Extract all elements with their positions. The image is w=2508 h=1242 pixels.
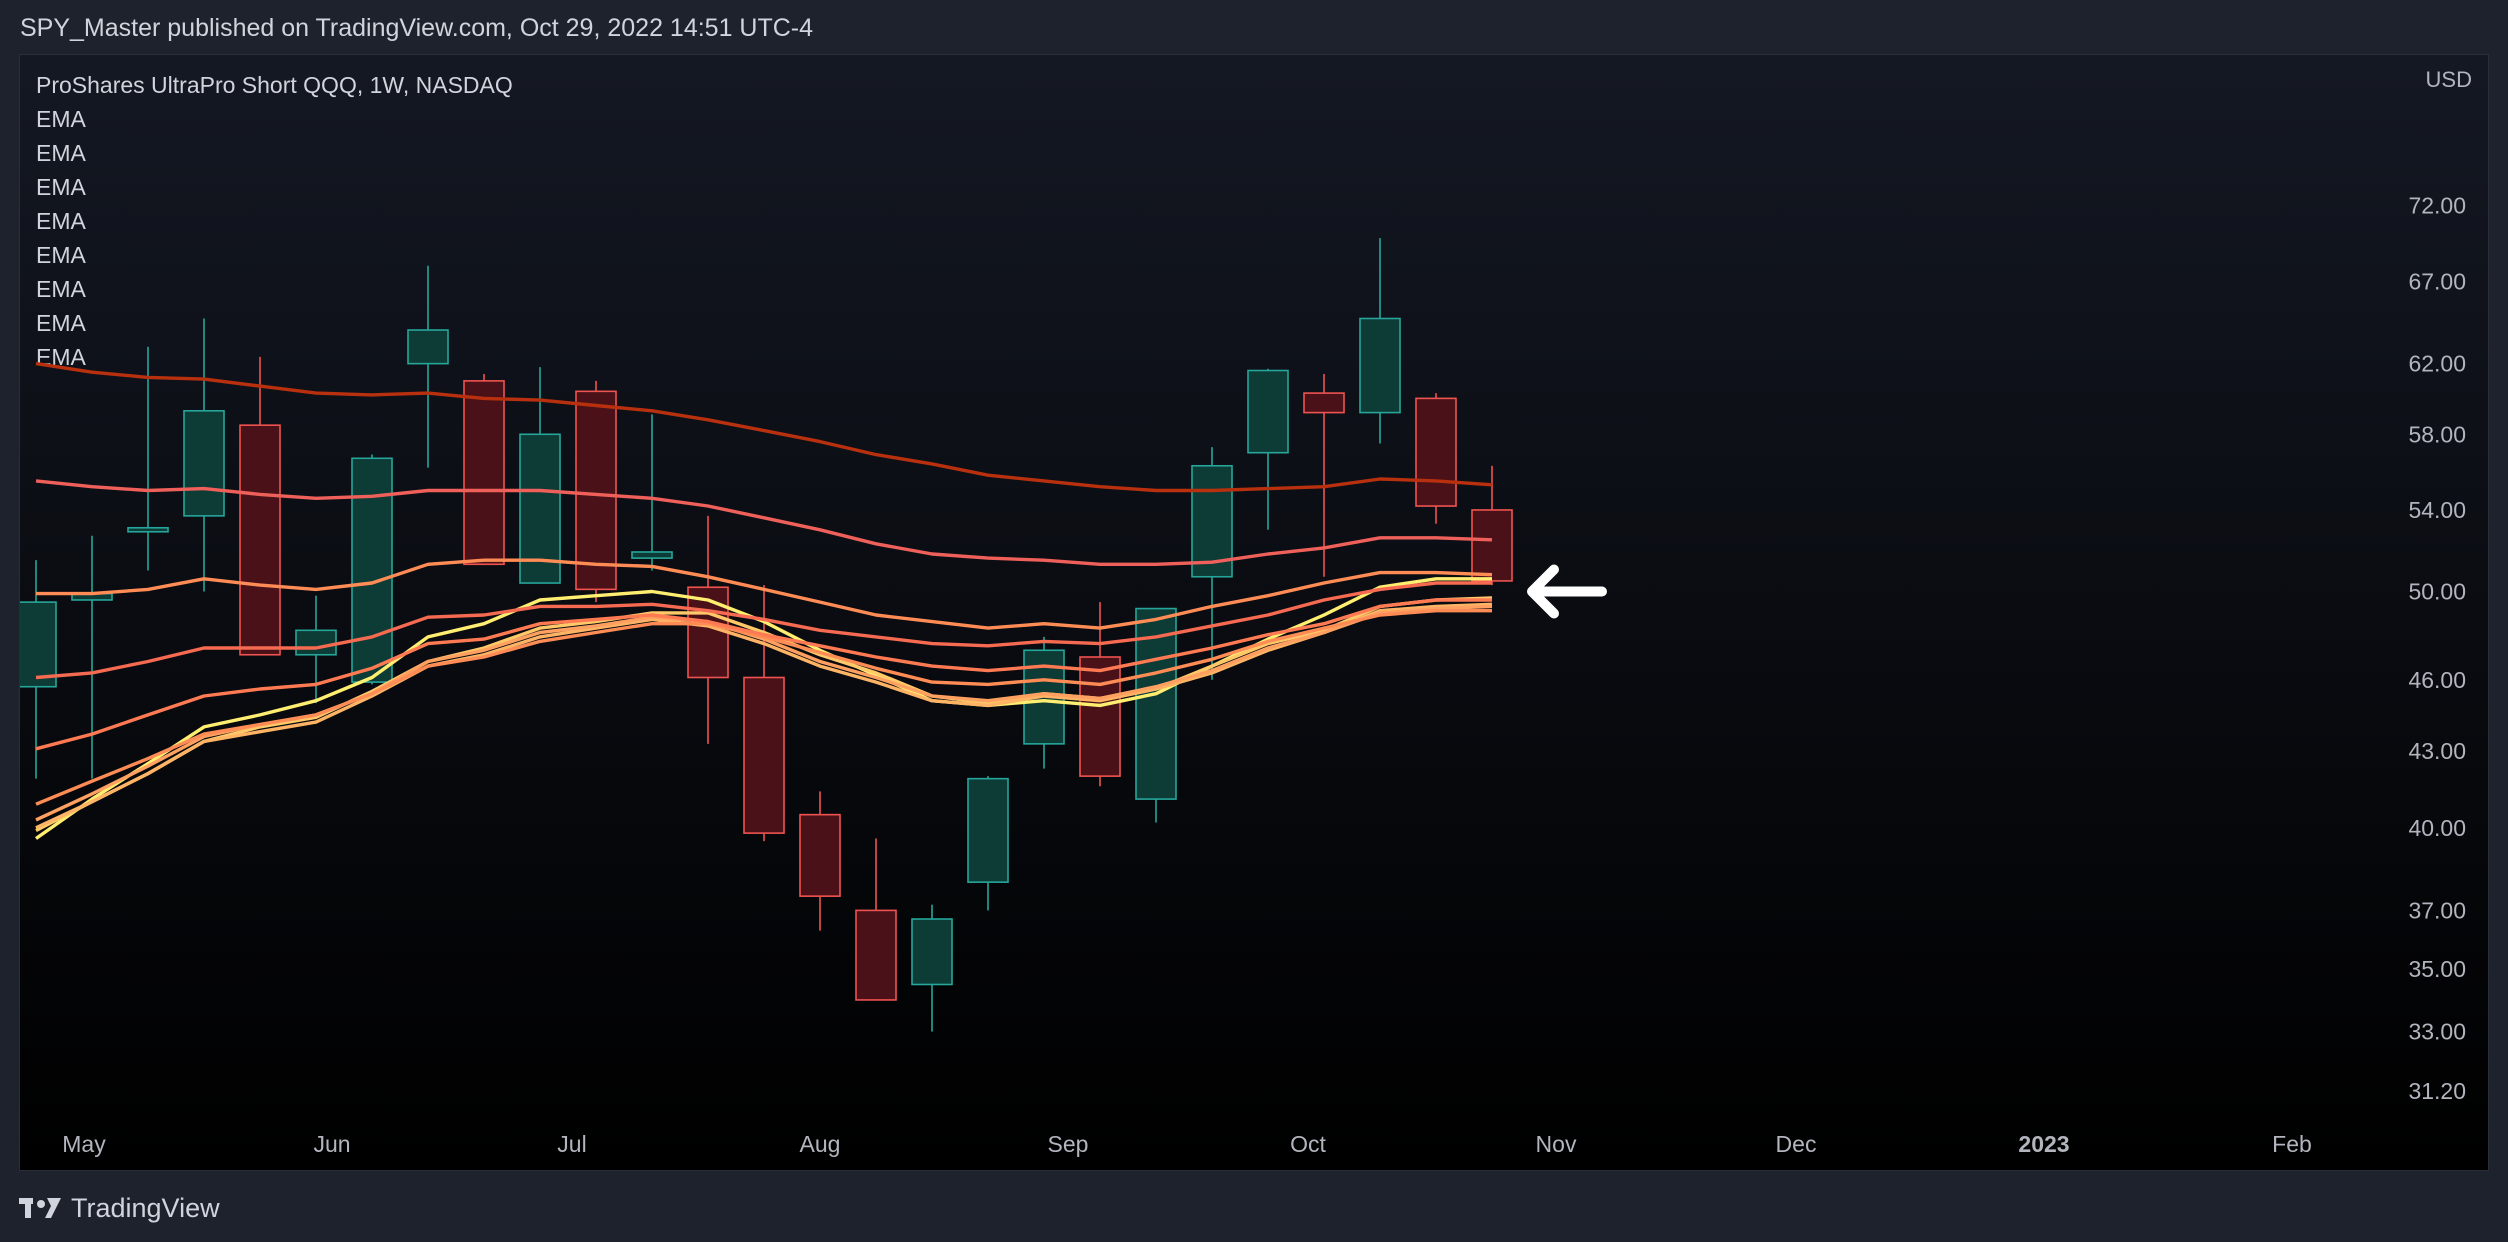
ema-label: EMA	[36, 174, 87, 200]
ema-label: EMA	[36, 276, 87, 302]
candle-body	[463, 380, 505, 566]
candle-body	[239, 424, 281, 656]
y-tick-label: 33.00	[2408, 1019, 2466, 1045]
y-tick-label: 37.00	[2408, 897, 2466, 923]
y-tick-label: 72.00	[2408, 192, 2466, 218]
arrow-left-icon	[1527, 564, 1607, 619]
footer: TradingView	[19, 1188, 220, 1228]
y-tick-label: 43.00	[2408, 738, 2466, 764]
y-tick-label: 46.00	[2408, 667, 2466, 693]
symbol-label: ProShares UltraPro Short QQQ, 1W, NASDAQ	[36, 72, 513, 98]
ema-label: EMA	[36, 140, 87, 166]
candle-body	[1415, 397, 1457, 507]
candle-body	[799, 813, 841, 897]
candle-body	[967, 777, 1009, 883]
publish-header: SPY_Master published on TradingView.com,…	[20, 14, 814, 42]
candle-body	[575, 390, 617, 591]
ema-label: EMA	[36, 208, 87, 234]
y-tick-label: 35.00	[2408, 956, 2466, 982]
ema-label: EMA	[36, 310, 87, 336]
candle-body	[127, 526, 169, 533]
x-tick-label: May	[62, 1131, 106, 1157]
chart-area[interactable]: ProShares UltraPro Short QQQ, 1W, NASDAQ…	[19, 54, 2489, 1171]
x-tick-label: Nov	[1536, 1131, 1577, 1157]
x-tick-label: Feb	[2272, 1131, 2312, 1157]
x-tick-label: Oct	[1290, 1131, 1326, 1157]
x-tick-label: Jun	[313, 1131, 350, 1157]
candle-body	[1247, 369, 1289, 454]
candle-body	[407, 329, 449, 365]
y-tick-label: 54.00	[2408, 497, 2466, 523]
y-tick-label: 58.00	[2408, 421, 2466, 447]
y-tick-label: 50.00	[2408, 578, 2466, 604]
y-tick-label: 40.00	[2408, 815, 2466, 841]
y-tick-label: 62.00	[2408, 351, 2466, 377]
x-tick-label: Sep	[1048, 1131, 1089, 1157]
ema-label: EMA	[36, 106, 87, 132]
x-tick-label: Jul	[557, 1131, 586, 1157]
x-tick-label: Dec	[1776, 1131, 1817, 1157]
candle-body	[295, 629, 337, 656]
y-tick-label: 31.20	[2408, 1078, 2466, 1104]
candle-body	[1079, 656, 1121, 777]
currency-label: USD	[2426, 67, 2472, 92]
candle-body	[743, 676, 785, 834]
candle-body	[1359, 317, 1401, 414]
ema-label: EMA	[36, 242, 87, 268]
candle-body	[1303, 392, 1345, 414]
x-tick-label: Aug	[800, 1131, 841, 1157]
candle-body	[911, 918, 953, 986]
footer-brand[interactable]: TradingView	[71, 1193, 220, 1224]
candle-body	[183, 410, 225, 517]
candle-body	[1471, 509, 1513, 582]
arrow-left-icon-path	[1527, 564, 1607, 619]
candle-body	[855, 909, 897, 1001]
y-tick-label: 67.00	[2408, 269, 2466, 295]
candle-body	[20, 601, 57, 688]
x-tick-label: 2023	[2018, 1131, 2069, 1157]
price-chart[interactable]: ProShares UltraPro Short QQQ, 1W, NASDAQ…	[20, 55, 2488, 1170]
tradingview-logo-icon[interactable]	[19, 1196, 61, 1220]
candle-body	[351, 457, 393, 683]
candle-body	[631, 551, 673, 559]
